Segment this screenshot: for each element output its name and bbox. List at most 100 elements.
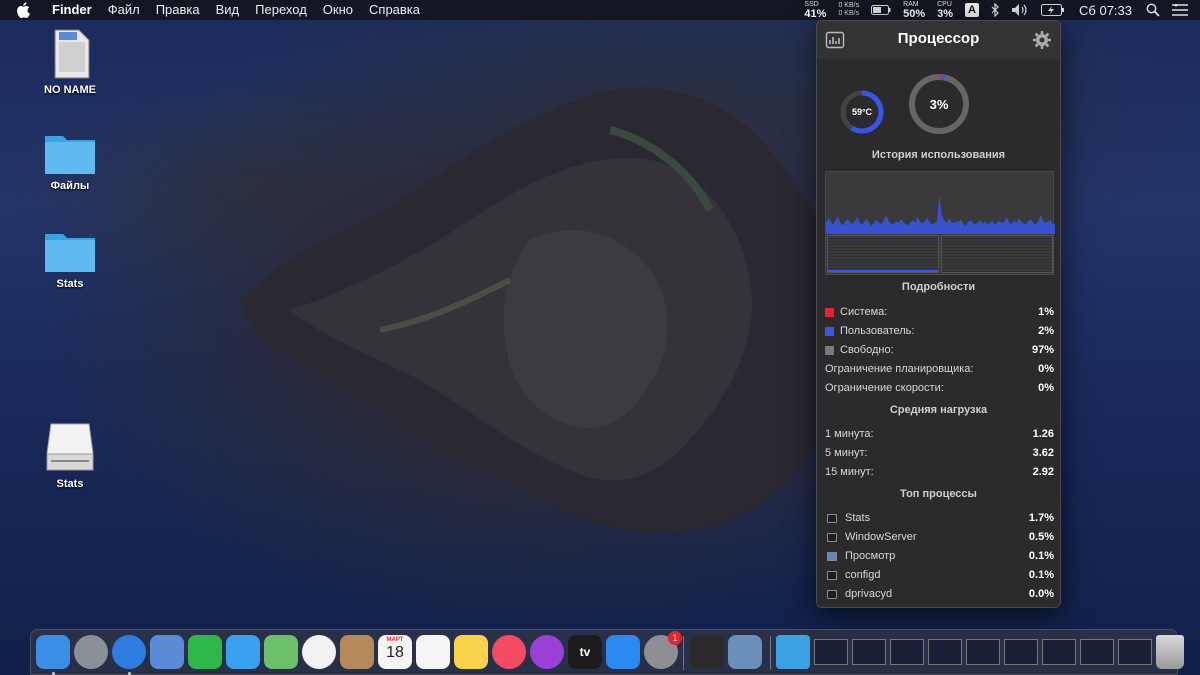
app-store-icon[interactable] xyxy=(606,635,640,669)
detail-label: Свободно: xyxy=(840,344,894,356)
folder-icon xyxy=(43,130,97,176)
settings-gear-icon[interactable] xyxy=(1032,30,1052,50)
menu-help[interactable]: Справка xyxy=(361,0,428,20)
minimized-window-thumbnail[interactable] xyxy=(852,639,886,665)
process-name: Просмотр xyxy=(845,550,896,562)
spotlight-search-icon[interactable] xyxy=(1146,3,1160,17)
battery-charging-icon[interactable] xyxy=(1041,4,1065,16)
desktop-icon-stats-folder[interactable]: Stats xyxy=(30,228,110,290)
tv-label: tv xyxy=(579,645,591,659)
reminders-icon[interactable] xyxy=(416,635,450,669)
process-name: configd xyxy=(845,569,881,581)
process-row[interactable]: Просмотр 0.1% xyxy=(825,548,1054,564)
launchpad-icon[interactable] xyxy=(74,635,108,669)
minimized-window-thumbnail[interactable] xyxy=(1042,639,1076,665)
menu-clock[interactable]: Сб 07:33 xyxy=(1079,3,1132,18)
minimized-window-thumbnail[interactable] xyxy=(890,639,924,665)
load-label: 15 минут: xyxy=(825,466,874,478)
detail-row-speed-limit: Ограничение скорости: 0% xyxy=(825,380,1054,396)
process-value: 0.5% xyxy=(1028,531,1054,543)
preview-icon[interactable] xyxy=(728,635,762,669)
load-label: 5 минут: xyxy=(825,447,868,459)
dock-separator xyxy=(683,636,684,670)
volume-icon[interactable] xyxy=(1011,3,1029,17)
desktop-icon-label: Stats xyxy=(56,478,84,490)
cpu-usage-user-arc xyxy=(940,74,946,81)
minimized-window-thumbnail[interactable] xyxy=(928,639,962,665)
desktop-icon-stats-disk[interactable]: Stats xyxy=(30,420,110,490)
ram-widget[interactable]: RAM 50% xyxy=(903,1,925,20)
detail-label: Ограничение планировщика: xyxy=(825,363,974,375)
detail-row-user: Пользователь: 2% xyxy=(825,323,1054,339)
music-icon[interactable] xyxy=(492,635,526,669)
input-source-icon[interactable]: A xyxy=(965,3,980,17)
minimized-window-thumbnail[interactable] xyxy=(814,639,848,665)
podcasts-icon[interactable] xyxy=(530,635,564,669)
usage-history-chart xyxy=(825,171,1055,275)
menu-go[interactable]: Переход xyxy=(247,0,315,20)
minimized-window-thumbnail[interactable] xyxy=(1118,639,1152,665)
maps-icon[interactable] xyxy=(264,635,298,669)
apple-menu-icon[interactable] xyxy=(16,2,30,18)
process-row[interactable]: configd 0.1% xyxy=(825,567,1054,583)
process-name: Stats xyxy=(845,512,871,524)
contacts-icon[interactable] xyxy=(340,635,374,669)
menu-edit[interactable]: Правка xyxy=(148,0,208,20)
mail-icon[interactable] xyxy=(150,635,184,669)
core-chart-1-bar xyxy=(828,270,938,272)
messages-icon[interactable] xyxy=(226,635,260,669)
network-up: 0 KB/s xyxy=(838,2,860,9)
safari-icon[interactable] xyxy=(112,635,146,669)
detail-row-idle: Свободно: 97% xyxy=(825,342,1054,358)
minimized-window-thumbnail[interactable] xyxy=(1004,639,1038,665)
stats-app-icon xyxy=(827,513,837,523)
detail-value: 0% xyxy=(1038,363,1054,375)
temperature-value: 59°C xyxy=(851,107,873,117)
bluetooth-icon[interactable] xyxy=(991,3,999,17)
minimized-window-thumbnail[interactable] xyxy=(1080,639,1114,665)
downloads-folder-icon[interactable] xyxy=(776,635,810,669)
cpu-popup: Процессор 59°C 3% История использования … xyxy=(816,20,1061,608)
user-color-swatch xyxy=(825,326,834,336)
desktop-icon-files-folder[interactable]: Файлы xyxy=(30,130,110,192)
menu-view[interactable]: Вид xyxy=(208,0,248,20)
notification-badge: 1 xyxy=(668,631,682,645)
ssd-value: 41% xyxy=(804,7,827,20)
control-center-icon[interactable] xyxy=(1172,4,1188,16)
network-widget[interactable]: 0 KB/s 0 KB/s xyxy=(838,2,859,18)
process-value: 1.7% xyxy=(1028,512,1054,524)
battery-widget-icon[interactable] xyxy=(871,5,891,15)
ram-value: 50% xyxy=(903,7,926,20)
desktop-icon-sd-card[interactable]: NO NAME xyxy=(30,28,110,96)
finder-icon[interactable] xyxy=(36,635,70,669)
load-value: 2.92 xyxy=(1032,466,1054,478)
top-processes-title: Топ процессы xyxy=(900,488,977,500)
menu-window[interactable]: Окно xyxy=(315,0,361,20)
process-row[interactable]: dprivacyd 0.0% xyxy=(825,586,1054,602)
trash-icon[interactable] xyxy=(1156,635,1184,669)
cpu-usage-value: 3% xyxy=(929,97,949,112)
detail-value: 2% xyxy=(1038,325,1054,337)
load-value: 1.26 xyxy=(1032,428,1054,440)
terminal-process-icon xyxy=(827,570,837,580)
desktop-icon-label: Файлы xyxy=(50,180,90,192)
process-row[interactable]: Stats 1.7% xyxy=(825,510,1054,526)
terminal-icon[interactable] xyxy=(690,635,724,669)
idle-color-swatch xyxy=(825,345,834,355)
process-row[interactable]: WindowServer 0.5% xyxy=(825,529,1054,545)
cpu-widget[interactable]: CPU 3% xyxy=(937,1,953,20)
load-row-5min: 5 минут: 3.62 xyxy=(825,445,1054,461)
photos-icon[interactable] xyxy=(302,635,336,669)
facetime-icon[interactable] xyxy=(188,635,222,669)
core-chart-1 xyxy=(827,235,939,273)
menu-file[interactable]: Файл xyxy=(100,0,148,20)
disk-image-icon xyxy=(45,420,95,474)
minimized-window-thumbnail[interactable] xyxy=(966,639,1000,665)
notes-icon[interactable] xyxy=(454,635,488,669)
process-value: 0.1% xyxy=(1028,550,1054,562)
desktop-icon-label: NO NAME xyxy=(44,84,96,96)
menu-app-name[interactable]: Finder xyxy=(44,0,100,20)
ssd-widget[interactable]: SSD 41% xyxy=(804,1,826,20)
history-title: История использования xyxy=(871,149,1006,161)
process-value: 0.1% xyxy=(1028,569,1054,581)
